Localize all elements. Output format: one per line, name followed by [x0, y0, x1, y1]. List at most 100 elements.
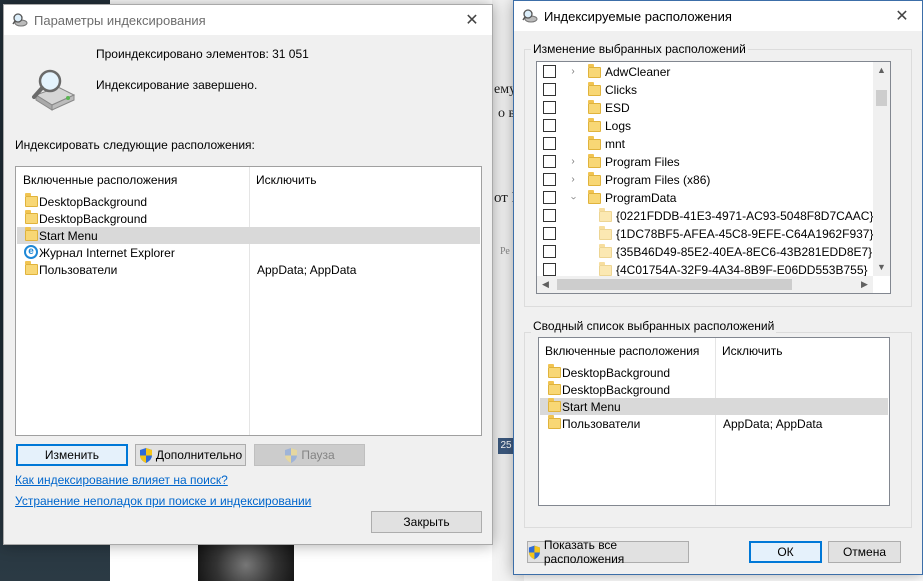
included-locations-list[interactable]: Включенные расположения Исключить Deskto… [15, 166, 482, 436]
folder-icon [25, 227, 38, 241]
location-name: DesktopBackground [562, 366, 671, 380]
location-name: Журнал Internet Explorer [39, 246, 175, 260]
location-exclude: AppData; AppData [723, 417, 823, 431]
ok-button[interactable]: ОК [749, 541, 822, 563]
tree-item[interactable]: ESD [538, 99, 874, 117]
advanced-button[interactable]: Дополнительно [135, 444, 246, 466]
uac-shield-icon [528, 545, 540, 559]
tree-item[interactable]: {1DC78BF5-AFEA-45C8-9EFE-C64A1962F937} [538, 225, 874, 243]
folder-tree[interactable]: › AdwCleaner Clicks ESD Logs mnt › Progr… [536, 61, 891, 294]
tree-item-label: Logs [605, 119, 632, 133]
indexed-locations-window: Индексируемые расположения ✕ Изменение в… [513, 0, 923, 575]
cancel-button[interactable]: Отмена [828, 541, 901, 563]
how-indexing-affects-link[interactable]: Как индексирование влияет на поиск? [15, 473, 228, 487]
checkbox[interactable] [543, 191, 556, 204]
list-item[interactable]: DesktopBackground [540, 381, 888, 398]
list-item[interactable]: Пользователи AppData; AppData [540, 415, 888, 432]
uac-shield-icon [139, 447, 152, 463]
scroll-up-icon[interactable]: ▲ [873, 62, 890, 79]
tree-item[interactable]: › AdwCleaner [538, 63, 874, 81]
column-header-exclude[interactable]: Исключить [722, 344, 782, 358]
title-bar[interactable]: Индексируемые расположения ✕ [514, 1, 922, 31]
close-icon[interactable]: ✕ [452, 5, 492, 35]
tree-item[interactable]: {35B46D49-85E2-40EA-8EC6-43B281EDD8E7} [538, 243, 874, 261]
tree-item-label: Program Files (x86) [605, 173, 711, 187]
title-bar[interactable]: Параметры индексирования ✕ [4, 5, 492, 35]
column-header-included[interactable]: Включенные расположения [23, 173, 177, 187]
indexing-status: Индексирование завершено. [96, 78, 258, 92]
checkbox[interactable] [543, 155, 556, 168]
tree-item[interactable]: mnt [538, 135, 874, 153]
scrollbar-thumb[interactable] [557, 279, 792, 290]
horizontal-scrollbar[interactable]: ◀ ▶ [537, 276, 873, 293]
tree-item[interactable]: {0221FDDB-41E3-4971-AC93-5048F8D7CAAC} [538, 207, 874, 225]
tree-item-label: ESD [605, 101, 630, 115]
list-item[interactable]: e Журнал Internet Explorer [17, 244, 480, 261]
list-item-selected[interactable]: Start Menu [540, 398, 888, 415]
location-name: Пользователи [39, 263, 118, 277]
checkbox[interactable] [543, 83, 556, 96]
internet-explorer-icon: e [24, 245, 38, 259]
chevron-down-icon[interactable]: › [568, 193, 579, 203]
scroll-left-icon[interactable]: ◀ [537, 276, 554, 293]
tree-item[interactable]: › Program Files [538, 153, 874, 171]
show-all-locations-label: Показать все расположения [543, 538, 625, 566]
checkbox[interactable] [543, 173, 556, 186]
list-item[interactable]: DesktopBackground [540, 364, 888, 381]
checkbox[interactable] [543, 65, 556, 78]
folder-icon [588, 172, 601, 186]
modify-button[interactable]: Изменить [16, 444, 128, 466]
tree-item-label: ProgramData [605, 191, 677, 205]
folder-icon [25, 193, 38, 207]
folder-icon [588, 190, 601, 204]
indexing-options-icon [12, 13, 28, 27]
pause-button-label: Пауза [301, 448, 335, 462]
summary-list[interactable]: Включенные расположения Исключить Deskto… [538, 337, 890, 506]
tree-item[interactable]: Logs [538, 117, 874, 135]
scroll-right-icon[interactable]: ▶ [856, 276, 873, 293]
tree-item[interactable]: › Program Files (x86) [538, 171, 874, 189]
folder-icon [588, 118, 601, 132]
checkbox[interactable] [543, 209, 556, 222]
chevron-right-icon[interactable]: › [568, 175, 578, 185]
list-item[interactable]: DesktopBackground [17, 210, 480, 227]
window-title: Параметры индексирования [34, 12, 206, 28]
folder-icon [588, 136, 601, 150]
troubleshoot-link[interactable]: Устранение неполадок при поиске и индекс… [15, 494, 311, 508]
list-item[interactable]: DesktopBackground [17, 193, 480, 210]
column-header-included[interactable]: Включенные расположения [545, 344, 699, 358]
chevron-right-icon[interactable]: › [568, 67, 578, 77]
close-button-label: Закрыть [403, 515, 450, 529]
close-icon[interactable]: ✕ [882, 1, 922, 31]
tree-item[interactable]: Clicks [538, 81, 874, 99]
folder-icon [588, 154, 601, 168]
folder-icon [25, 261, 38, 275]
folder-icon [599, 208, 612, 222]
checkbox[interactable] [543, 263, 556, 276]
vertical-scrollbar[interactable]: ▲ ▼ [873, 62, 890, 276]
column-header-exclude[interactable]: Исключить [256, 173, 316, 187]
scroll-down-icon[interactable]: ▼ [873, 259, 890, 276]
close-button[interactable]: Закрыть [371, 511, 482, 533]
bg-badge: 25 [498, 438, 514, 454]
tree-item-label: mnt [605, 137, 626, 151]
checkbox[interactable] [543, 101, 556, 114]
indexing-options-window: Параметры индексирования ✕ Проиндексиров… [3, 4, 493, 545]
pause-button[interactable]: Пауза [254, 444, 365, 466]
folder-icon [588, 82, 601, 96]
chevron-right-icon[interactable]: › [568, 157, 578, 167]
tree-item[interactable]: › ProgramData [538, 189, 874, 207]
scrollbar-thumb[interactable] [876, 90, 887, 106]
location-name: DesktopBackground [39, 212, 148, 226]
bg-photo [198, 541, 294, 581]
show-all-locations-button[interactable]: Показать все расположения [527, 538, 689, 566]
checkbox[interactable] [543, 227, 556, 240]
checkbox[interactable] [543, 137, 556, 150]
indexing-options-icon [522, 9, 538, 23]
checkbox[interactable] [543, 119, 556, 132]
checkbox[interactable] [543, 245, 556, 258]
list-item[interactable]: Пользователи AppData; AppData [17, 261, 480, 278]
folder-icon [548, 364, 561, 378]
list-item-selected[interactable]: Start Menu [17, 227, 480, 244]
folder-icon [548, 415, 561, 429]
